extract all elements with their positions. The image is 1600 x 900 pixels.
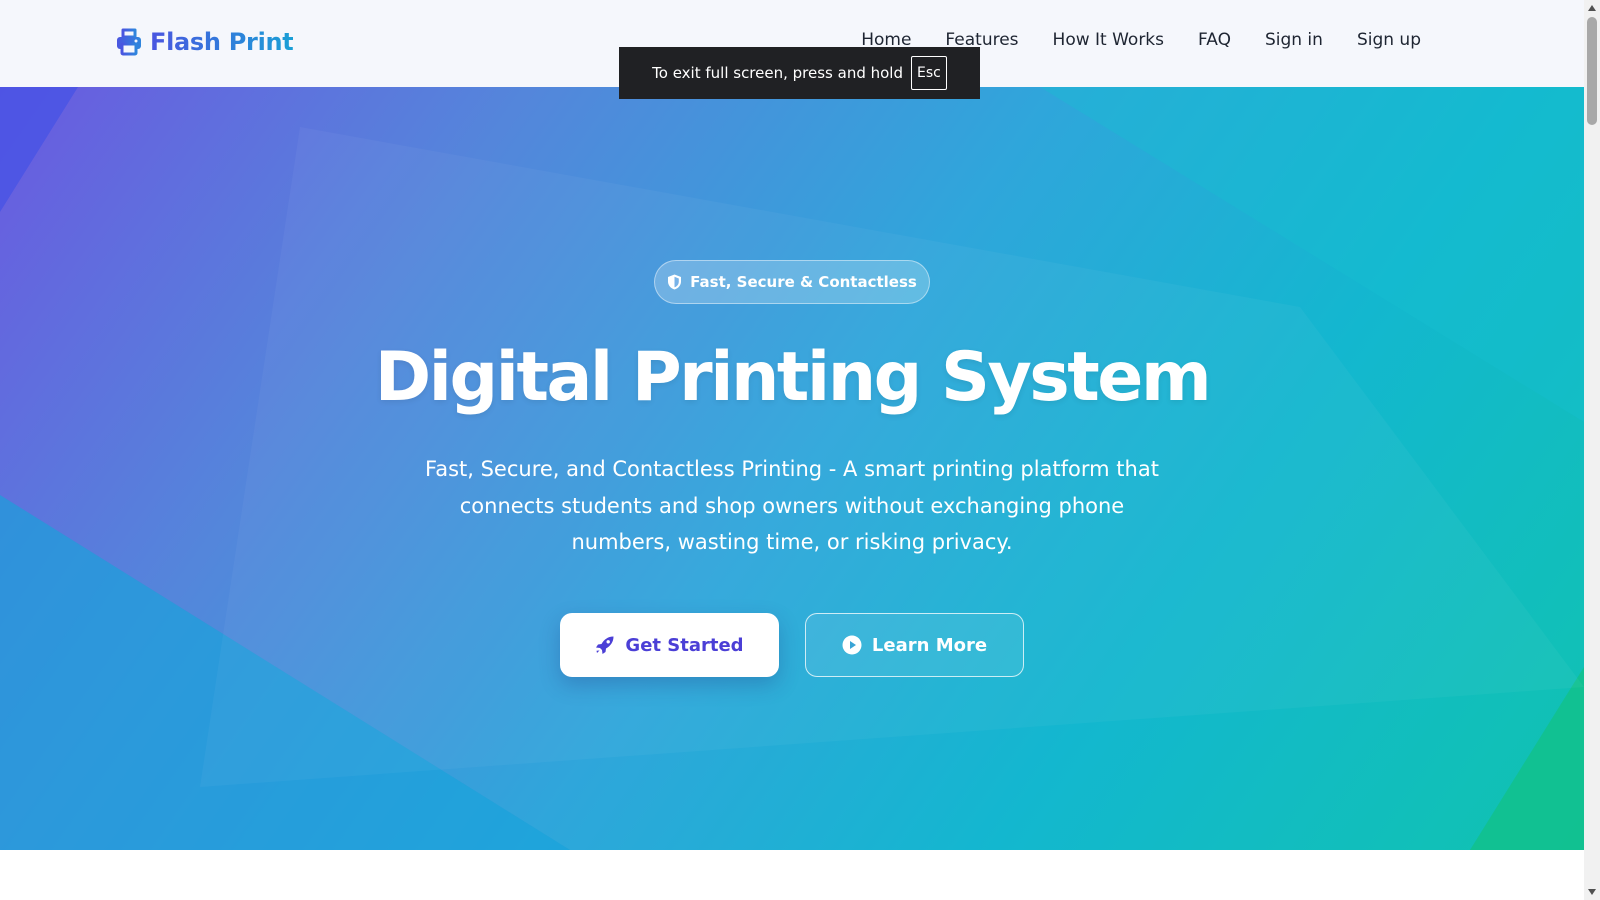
learn-more-label: Learn More — [871, 634, 988, 656]
nav-faq[interactable]: FAQ — [1198, 30, 1231, 50]
hero-content: Fast, Secure & Contactless Digital Print… — [0, 87, 1584, 850]
brand-name: Flash Print — [150, 28, 294, 56]
learn-more-button[interactable]: Learn More — [805, 613, 1024, 677]
hero-subtitle: Fast, Secure, and Contactless Printing -… — [425, 457, 1159, 554]
shield-icon — [667, 274, 682, 290]
rocket-icon — [595, 635, 615, 655]
play-circle-icon — [842, 635, 862, 655]
brand-logo[interactable]: Flash Print — [116, 26, 294, 58]
get-started-button[interactable]: Get Started — [560, 613, 779, 677]
nav-sign-up[interactable]: Sign up — [1357, 30, 1421, 50]
toast-message: To exit full screen, press and hold — [652, 64, 903, 82]
scrollbar-thumb[interactable] — [1587, 17, 1597, 125]
scroll-up-arrow-icon[interactable] — [1584, 0, 1600, 16]
nav-sign-in[interactable]: Sign in — [1265, 30, 1323, 50]
hero-title: Digital Printing System — [374, 338, 1212, 417]
hero-badge-text: Fast, Secure & Contactless — [690, 273, 917, 291]
fullscreen-exit-toast: To exit full screen, press and hold Esc — [619, 47, 980, 99]
scroll-down-arrow-icon[interactable] — [1584, 884, 1600, 900]
nav-how-it-works[interactable]: How It Works — [1053, 30, 1164, 50]
page-scrollbar[interactable] — [1584, 0, 1600, 900]
hero-badge: Fast, Secure & Contactless — [654, 260, 930, 304]
esc-key-hint: Esc — [911, 56, 947, 90]
get-started-label: Get Started — [625, 634, 744, 656]
hero-section: Fast, Secure & Contactless Digital Print… — [0, 87, 1584, 850]
printer-icon — [116, 28, 142, 56]
